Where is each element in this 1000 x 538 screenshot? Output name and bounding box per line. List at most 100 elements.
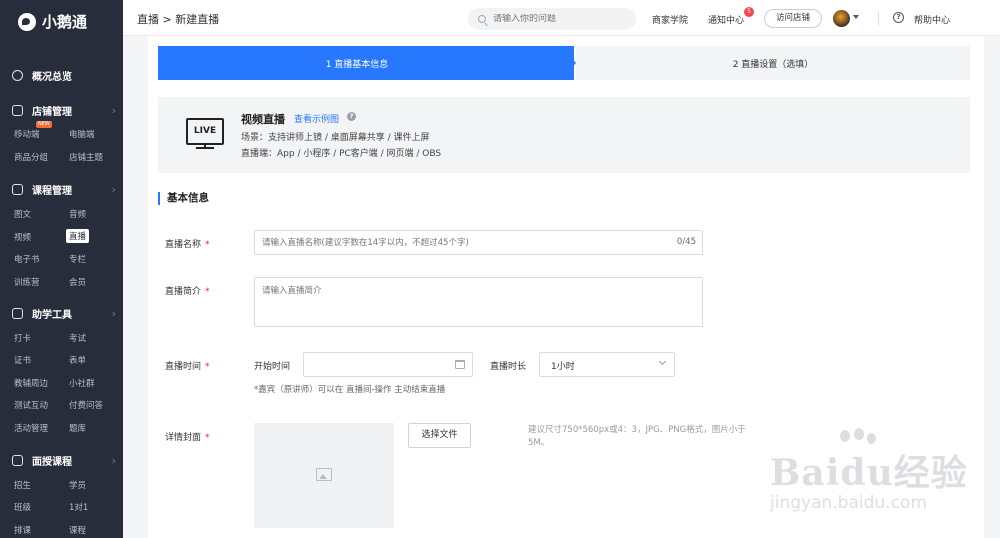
start-time-picker[interactable] bbox=[303, 352, 473, 377]
brand-logo[interactable]: 小鹅通 bbox=[18, 11, 87, 32]
chevron-right-icon: › bbox=[111, 104, 116, 117]
step-arrow bbox=[562, 46, 576, 80]
live-type-title: 视频直播 bbox=[241, 113, 285, 126]
help-icon[interactable]: ? bbox=[893, 12, 904, 23]
sidebar-item-product-group[interactable]: 商品分组 bbox=[14, 151, 48, 163]
sidebar-item-mobile[interactable]: 移动端 bbox=[14, 128, 40, 140]
watermark-url: jingyan.baidu.com bbox=[770, 493, 927, 513]
sidebar-item-question-bank[interactable]: 题库 bbox=[69, 422, 86, 434]
sidebar-item-live[interactable]: 直播 bbox=[66, 229, 90, 243]
live-name-input[interactable] bbox=[255, 231, 702, 254]
sidebar-item-students[interactable]: 学员 bbox=[69, 479, 86, 491]
cover-size-hint: 建议尺寸750*560px或4：3，JPG、PNG格式，图片小于5M。 bbox=[528, 425, 746, 448]
duration-value: 1小时 bbox=[551, 362, 575, 372]
sidebar-group-tools[interactable]: 助学工具 › bbox=[12, 306, 116, 321]
sidebar-item-audio[interactable]: 音频 bbox=[69, 208, 86, 220]
paw-toe bbox=[867, 433, 876, 444]
sidebar-item-class[interactable]: 班级 bbox=[14, 501, 31, 513]
required-mark: * bbox=[205, 287, 210, 297]
start-time-label: 开始时间 bbox=[254, 362, 291, 372]
search-input[interactable] bbox=[493, 14, 623, 24]
sidebar-item-pc[interactable]: 电脑端 bbox=[69, 128, 95, 140]
chevron-right-icon: › bbox=[111, 454, 116, 467]
sidebar-item-merch[interactable]: 教辅周边 bbox=[14, 377, 48, 389]
sidebar-item-schedule[interactable]: 排课 bbox=[14, 524, 31, 536]
toolbox-icon bbox=[12, 308, 23, 319]
sidebar-group-course[interactable]: 课程管理 › bbox=[12, 182, 116, 197]
sidebar-item-label: 概况总览 bbox=[32, 72, 72, 83]
step-basic-info[interactable]: 1 直播基本信息 bbox=[158, 46, 574, 80]
required-mark: * bbox=[205, 362, 210, 372]
cover-preview[interactable] bbox=[254, 423, 394, 528]
label-text: 直播简介 bbox=[165, 287, 202, 297]
sidebar-group-label: 助学工具 bbox=[32, 310, 72, 321]
avatar[interactable] bbox=[833, 10, 850, 27]
sidebar-item-overview[interactable]: 概况总览 bbox=[12, 68, 112, 83]
cover-label: 详情封面 * bbox=[165, 430, 210, 443]
sidebar-group-store[interactable]: 店铺管理 › bbox=[12, 103, 116, 118]
sidebar-item-one-on-one[interactable]: 1对1 bbox=[69, 501, 88, 513]
divider bbox=[878, 12, 879, 25]
top-bar: 直播 > 新建直播 商家学院 通知中心 5 访问店铺 ? 帮助中心 bbox=[123, 0, 1000, 36]
live-intro-textarea[interactable] bbox=[255, 278, 702, 326]
live-time-label: 直播时间 * bbox=[165, 359, 210, 372]
goose-logo-icon bbox=[18, 12, 36, 31]
sidebar-item-column[interactable]: 专栏 bbox=[69, 253, 86, 265]
notification-center-link[interactable]: 通知中心 bbox=[708, 13, 744, 26]
sidebar-item-article[interactable]: 图文 bbox=[14, 208, 31, 220]
course-icon bbox=[12, 184, 23, 195]
step-indicator: 1 直播基本信息 2 直播设置（选填） bbox=[158, 46, 970, 80]
sidebar-item-paid-qa[interactable]: 付费问答 bbox=[69, 399, 103, 411]
sidebar-item-certificate[interactable]: 证书 bbox=[14, 354, 31, 366]
chevron-right-icon: › bbox=[111, 183, 116, 196]
merchant-school-link[interactable]: 商家学院 bbox=[652, 13, 688, 26]
help-center-link[interactable]: 帮助中心 bbox=[914, 13, 950, 26]
live-scenes-text: 场景：支持讲师上镜 / 桌面屏幕共享 / 课件上屏 bbox=[241, 133, 430, 143]
sidebar-group-label: 店铺管理 bbox=[32, 107, 72, 118]
sidebar-item-courses[interactable]: 课程 bbox=[69, 524, 86, 536]
tv-stand bbox=[196, 147, 214, 149]
dashboard-icon bbox=[12, 70, 23, 81]
sidebar-item-checkin[interactable]: 打卡 bbox=[14, 332, 31, 344]
sidebar-item-store-theme[interactable]: 店铺主题 bbox=[69, 151, 103, 163]
sidebar-item-exam[interactable]: 考试 bbox=[69, 332, 86, 344]
sidebar-item-enroll[interactable]: 招生 bbox=[14, 479, 31, 491]
paw-toe bbox=[854, 428, 864, 440]
search-box[interactable] bbox=[468, 8, 636, 30]
chevron-down-icon bbox=[658, 357, 667, 366]
visit-store-button[interactable]: 访问店铺 bbox=[764, 9, 822, 28]
sidebar-item-ebook[interactable]: 电子书 bbox=[14, 253, 40, 265]
calendar-icon bbox=[455, 360, 465, 369]
sidebar-group-offline[interactable]: 面授课程 › bbox=[12, 453, 116, 468]
section-title: 基本信息 bbox=[158, 192, 209, 205]
sidebar-group-label: 面授课程 bbox=[32, 457, 72, 468]
step-live-settings[interactable]: 2 直播设置（选填） bbox=[576, 46, 970, 80]
live-intro-label: 直播简介 * bbox=[165, 284, 210, 297]
sidebar-item-form[interactable]: 表单 bbox=[69, 354, 86, 366]
sidebar-group-label: 课程管理 bbox=[32, 186, 72, 197]
live-intro-field[interactable] bbox=[254, 277, 703, 327]
duration-select[interactable]: 1小时 bbox=[539, 352, 675, 377]
baidu-watermark: Baidu经验 jingyan.baidu.com bbox=[760, 428, 990, 530]
sidebar-item-video[interactable]: 视频 bbox=[14, 231, 31, 243]
sidebar-item-activity[interactable]: 活动管理 bbox=[14, 422, 48, 434]
time-hint: *嘉宾（原讲师）可以在 直播间-操作 主动结束直播 bbox=[254, 385, 446, 395]
live-name-field[interactable]: 0/45 bbox=[254, 230, 703, 255]
label-text: 直播时间 bbox=[165, 362, 202, 372]
sidebar-item-camp[interactable]: 训练营 bbox=[14, 276, 40, 288]
question-icon[interactable]: ? bbox=[347, 112, 356, 121]
image-placeholder-icon bbox=[316, 468, 332, 481]
chevron-right-icon: › bbox=[111, 307, 116, 320]
required-mark: * bbox=[205, 240, 210, 250]
duration-label: 直播时长 bbox=[490, 362, 527, 372]
sidebar-item-quiz[interactable]: 测试互动 bbox=[14, 399, 48, 411]
choose-file-button[interactable]: 选择文件 bbox=[408, 423, 471, 448]
caret-down-icon[interactable] bbox=[853, 15, 859, 19]
sidebar-item-community[interactable]: 小社群 bbox=[69, 377, 95, 389]
live-name-label: 直播名称 * bbox=[165, 237, 210, 250]
label-text: 详情封面 bbox=[165, 433, 202, 443]
classroom-icon bbox=[12, 455, 23, 466]
example-image-link[interactable]: 查看示例图 bbox=[294, 112, 339, 125]
sidebar-item-member[interactable]: 会员 bbox=[69, 276, 86, 288]
sidebar: 小鹅通 概况总览 店铺管理 › NEW 移动端 电脑端 商品分组 店铺主题 课程… bbox=[0, 0, 123, 538]
